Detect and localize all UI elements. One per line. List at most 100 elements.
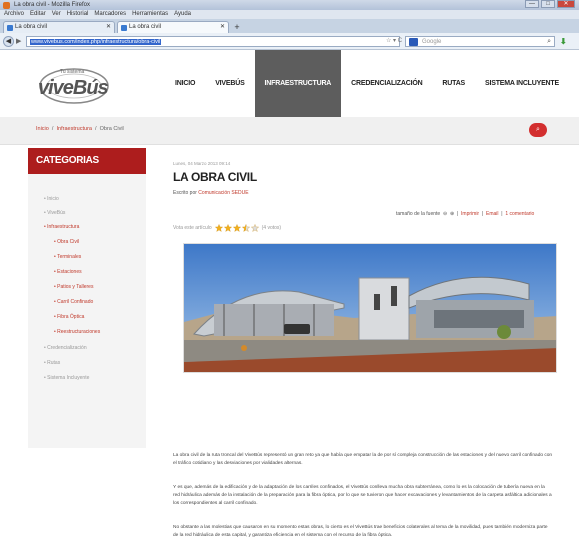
- breadcrumb-current: Obra Civil: [99, 126, 124, 132]
- browser-title-bar: La obra civil - Mozilla Firefox — □ ✕: [0, 0, 579, 10]
- comments-link[interactable]: 1 comentario: [505, 211, 534, 217]
- menu-ver[interactable]: Ver: [52, 10, 61, 19]
- print-link[interactable]: Imprimir: [461, 211, 479, 217]
- tab-close-icon[interactable]: ✕: [220, 22, 225, 33]
- window-title: La obra civil - Mozilla Firefox: [14, 2, 91, 8]
- sidebar-item-reestructuraciones[interactable]: • Reestructuraciones: [54, 329, 100, 335]
- search-icon[interactable]: ⌕: [547, 37, 551, 47]
- browser-menu-bar: Archivo Editar Ver Historial Marcadores …: [0, 10, 579, 19]
- url-bar[interactable]: www.vivebus.com/index.php/infraestructur…: [26, 36, 400, 47]
- sidebar-item-sistema-incluyente[interactable]: • Sistema Incluyente: [44, 375, 89, 381]
- article: Lunes, 04 Marzo 2013 09:14 LA OBRA CIVIL…: [163, 148, 558, 538]
- bookmark-star-icon[interactable]: ☆ ▾ C: [386, 37, 402, 44]
- page-favicon-icon: [121, 25, 127, 31]
- article-title: LA OBRA CIVIL: [173, 170, 257, 184]
- nav-inicio[interactable]: INICIO: [165, 50, 205, 117]
- author-link[interactable]: Comunicación SEDUE: [198, 190, 248, 196]
- sidebar-item-infraestructura[interactable]: • Infraestructura: [44, 224, 79, 230]
- rating-star-icon[interactable]: [232, 224, 241, 232]
- rating-label: Vota este artículo: [173, 225, 212, 231]
- window-controls: — □ ✕: [525, 0, 575, 8]
- logo-tagline: Tu sistema: [60, 69, 84, 75]
- tools-separator: |: [501, 211, 503, 217]
- rating-star-icon[interactable]: [250, 224, 259, 232]
- breadcrumb-separator: /: [95, 126, 97, 132]
- article-rating: Vota este artículo (4 votos): [173, 224, 281, 232]
- sidebar-item-vivebus[interactable]: • ViveBús: [44, 210, 65, 216]
- font-size-label: tamaño de la fuente: [396, 211, 441, 217]
- page-favicon-icon: [7, 25, 13, 31]
- rating-star-icon[interactable]: [241, 224, 250, 232]
- back-button[interactable]: ◀: [3, 36, 14, 47]
- categories-title: CATEGORIAS: [28, 148, 146, 174]
- sidebar-item-fibra-optica[interactable]: • Fibra Óptica: [54, 314, 84, 320]
- menu-ayuda[interactable]: Ayuda: [174, 10, 191, 19]
- menu-historial[interactable]: Historial: [67, 10, 89, 19]
- article-date: Lunes, 04 Marzo 2013 09:14: [173, 161, 231, 166]
- main-nav: INICIO VIVEBÚS INFRAESTRUCTURA CREDENCIA…: [165, 50, 569, 117]
- browser-tab-bar: La obra civil ✕ La obra civil ✕ +: [0, 19, 579, 33]
- font-size-increase-icon[interactable]: ⊕: [450, 211, 454, 217]
- breadcrumb-home[interactable]: Inicio: [36, 126, 49, 132]
- sidebar-item-estaciones[interactable]: • Estaciones: [54, 269, 82, 275]
- sidebar-item-carril-confinado[interactable]: • Carril Confinado: [54, 299, 93, 305]
- article-photo: [183, 243, 557, 373]
- search-placeholder: Google: [422, 39, 442, 45]
- download-addon-icon[interactable]: ⬇: [560, 37, 567, 46]
- rating-star-icon[interactable]: [214, 224, 223, 232]
- menu-archivo[interactable]: Archivo: [4, 10, 24, 19]
- browser-tab[interactable]: La obra civil ✕: [3, 21, 115, 33]
- vivebus-logo[interactable]: Tu sistema viveBús: [30, 62, 110, 106]
- nav-vivebus[interactable]: VIVEBÚS: [205, 50, 254, 117]
- sidebar-item-patios-talleres[interactable]: • Patios y Talleres: [54, 284, 93, 290]
- categories-sidebar: CATEGORIAS • Inicio • ViveBús • Infraest…: [28, 148, 146, 448]
- breadcrumb-bar: Inicio / Infraestructura / Obra Civil ⌕: [0, 117, 579, 145]
- new-tab-button[interactable]: +: [231, 22, 243, 33]
- sidebar-item-credencializacion[interactable]: • Credencialización: [44, 345, 87, 351]
- forward-button[interactable]: ▶: [16, 37, 21, 45]
- font-size-decrease-icon[interactable]: ⊖: [443, 211, 447, 217]
- breadcrumb-section[interactable]: Infraestructura: [57, 126, 92, 132]
- article-paragraph: No obstante a las molestias que causaron…: [173, 525, 548, 538]
- menu-herramientas[interactable]: Herramientas: [132, 10, 168, 19]
- logo-wordmark: viveBús: [38, 77, 109, 99]
- maximize-button[interactable]: □: [541, 0, 555, 8]
- email-link[interactable]: Email: [486, 211, 499, 217]
- search-icon: ⌕: [536, 126, 540, 133]
- article-tools: tamaño de la fuente ⊖ ⊕ | Imprimir | Ema…: [396, 211, 534, 217]
- nav-credencializacion[interactable]: CREDENCIALIZACIÓN: [341, 50, 432, 117]
- web-page: Tu sistema viveBús INICIO VIVEBÚS INFRAE…: [0, 50, 579, 538]
- breadcrumb: Inicio / Infraestructura / Obra Civil: [36, 126, 124, 132]
- sidebar-item-rutas[interactable]: • Rutas: [44, 360, 60, 366]
- station-photo-image: [184, 244, 556, 372]
- site-search-button[interactable]: ⌕: [529, 123, 547, 137]
- article-author: Escrito por Comunicación SEDUE: [173, 190, 249, 196]
- rating-star-icon[interactable]: [223, 224, 232, 232]
- browser-search-input[interactable]: Google ⌕: [405, 36, 555, 47]
- author-label: Escrito por: [173, 190, 197, 196]
- close-button[interactable]: ✕: [557, 0, 575, 8]
- nav-rutas[interactable]: RUTAS: [432, 50, 475, 117]
- tools-separator: |: [456, 211, 459, 217]
- sidebar-item-terminales[interactable]: • Terminales: [54, 254, 81, 260]
- browser-nav-bar: ◀ ▶ www.vivebus.com/index.php/infraestru…: [0, 33, 579, 50]
- minimize-button[interactable]: —: [525, 0, 539, 8]
- article-paragraph: La obra civil de la ruta troncal del Viv…: [173, 453, 553, 466]
- rating-votes: (4 votos): [261, 225, 282, 231]
- tab-label: La obra civil: [15, 24, 48, 30]
- browser-tab-active[interactable]: La obra civil ✕: [117, 21, 229, 33]
- sidebar-item-obra-civil[interactable]: • Obra Civil: [54, 239, 79, 245]
- google-icon: [409, 38, 418, 46]
- nav-infraestructura[interactable]: INFRAESTRUCTURA: [254, 50, 342, 117]
- article-paragraph: Y es que, además de la edificación y de …: [173, 485, 552, 506]
- tab-close-icon[interactable]: ✕: [106, 22, 111, 33]
- firefox-icon: [3, 2, 10, 9]
- sidebar-item-inicio[interactable]: • Inicio: [44, 196, 59, 202]
- site-header: Tu sistema viveBús INICIO VIVEBÚS INFRAE…: [0, 50, 579, 117]
- tab-label: La obra civil: [129, 24, 162, 30]
- rating-stars[interactable]: [214, 224, 259, 232]
- menu-marcadores[interactable]: Marcadores: [94, 10, 126, 19]
- nav-sistema-incluyente[interactable]: SISTEMA INCLUYENTE: [475, 50, 569, 117]
- tools-separator: |: [481, 211, 484, 217]
- menu-editar[interactable]: Editar: [30, 10, 46, 19]
